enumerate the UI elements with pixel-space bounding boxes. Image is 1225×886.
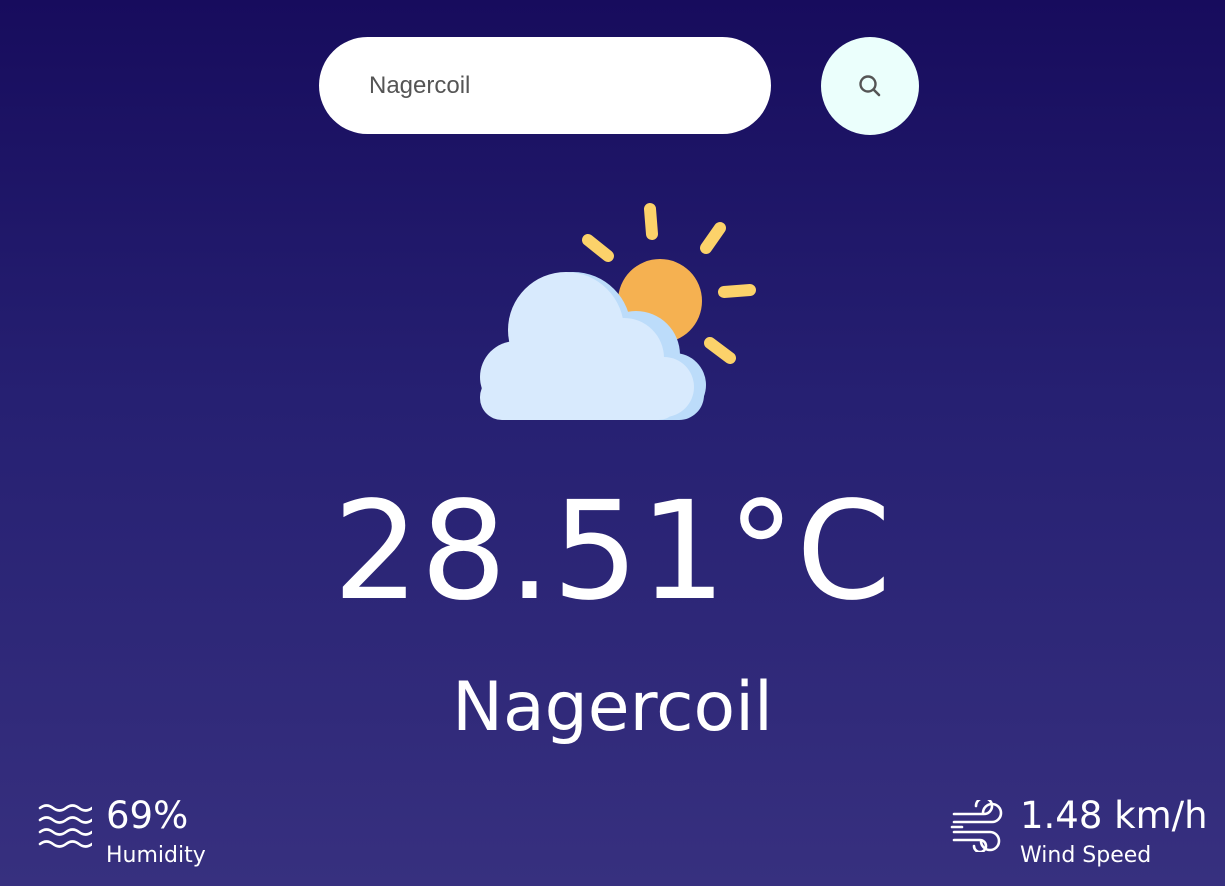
wind-detail: 1.48 km/h Wind Speed [950, 794, 1208, 871]
search-input[interactable] [319, 37, 771, 134]
humidity-label: Humidity [106, 843, 206, 868]
search-button[interactable] [821, 37, 919, 135]
partly-cloudy-icon [478, 200, 760, 424]
wind-speed-label: Wind Speed [1020, 843, 1152, 868]
humidity-icon [38, 804, 92, 848]
search-icon [859, 75, 881, 97]
city-name: Nagercoil [452, 668, 773, 747]
weather-app: { "search": { "value": "Nagercoil", "pla… [0, 0, 1225, 886]
humidity-detail: 69% Humidity [38, 794, 206, 871]
wind-icon [950, 800, 1003, 852]
temperature: 28.51°C [332, 473, 893, 631]
humidity-value: 69% [106, 794, 189, 837]
wind-speed-value: 1.48 km/h [1020, 794, 1208, 837]
